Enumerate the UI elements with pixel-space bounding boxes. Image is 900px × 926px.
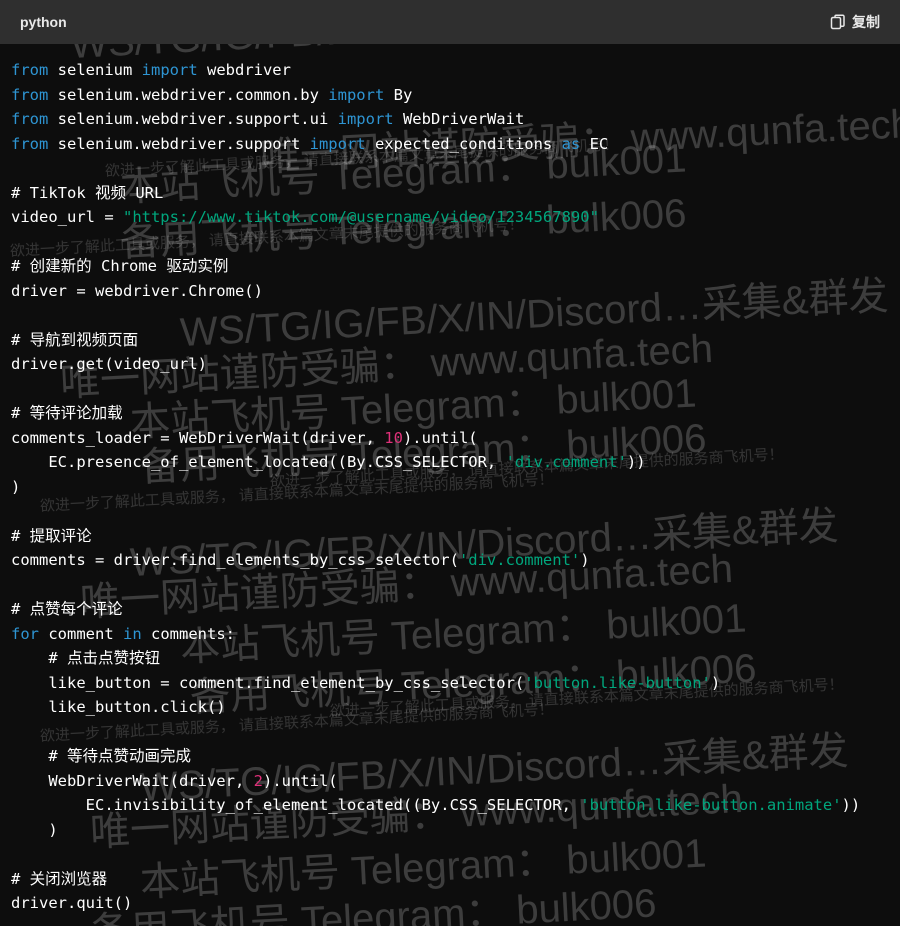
string-token: 'button.like-button.animate' (580, 796, 842, 814)
code-header: python 复制 (0, 0, 900, 44)
comment-token: # 提取评论 (11, 526, 92, 545)
code-line: from selenium.webdriver.support import e… (11, 132, 860, 157)
code-token: selenium.webdriver.support (48, 134, 310, 153)
comment-token: # 关闭浏览器 (11, 869, 108, 888)
code-line: WebDriverWait(driver, 2).until( (11, 769, 860, 794)
code-token: comments = driver.find_elements_by_css_s… (11, 551, 459, 569)
string-token: 'div.comment' (458, 551, 581, 569)
code-token: WebDriverWait (393, 110, 525, 128)
code-comment-line: # 等待评论加载 (11, 401, 860, 426)
code-token: driver.quit() (11, 894, 133, 912)
code-token: comments: (141, 624, 235, 643)
keyword-token: for (11, 624, 39, 643)
code-token: like_button.click() (11, 698, 226, 716)
code-line: like_button = comment.find_element_by_cs… (11, 671, 860, 696)
code-comment-line: # TikTok 视频 URL (11, 181, 860, 206)
code-comment-line: # 点赞每个评论 (11, 597, 860, 622)
comment-token: # 等待点赞动画完成 (11, 747, 191, 765)
comment-token: # 创建新的 Chrome 驱动实例 (11, 257, 229, 275)
comment-token: # 点击点赞按钮 (11, 649, 160, 667)
code-line: for comment in comments: (11, 622, 860, 647)
code-line: video_url = "https://www.tiktok.com/@use… (11, 205, 860, 230)
comment-token: # 导航到视频页面 (11, 330, 139, 349)
keyword-token: import (309, 134, 366, 153)
code-line: ) (11, 818, 860, 843)
code-token: ) (580, 551, 590, 569)
code-line: like_button.click() (11, 695, 860, 720)
code-token: )) (626, 453, 646, 471)
code-line: from selenium.webdriver.support.ui impor… (11, 107, 860, 132)
code-token: EC (580, 134, 609, 153)
code-token: expected_conditions (365, 134, 562, 153)
keyword-token: from (11, 134, 49, 153)
code-comment-line: # 关闭浏览器 (11, 867, 860, 892)
code-token: selenium.webdriver.common.by (48, 85, 329, 104)
code-token: ).until( (262, 771, 338, 790)
code-comment-line: # 等待点赞动画完成 (11, 744, 860, 769)
code-token: driver.get(video_url) (11, 355, 207, 373)
code-comment-line: # 导航到视频页面 (11, 328, 860, 353)
keyword-token: import (141, 61, 198, 79)
code-line: from selenium.webdriver.common.by import… (11, 83, 860, 108)
keyword-token: in (123, 624, 142, 643)
code-block: python 复制 WS/TG/IG/FB/X/IN/Discord…采集&群发… (0, 0, 900, 926)
code-token: ).until( (402, 428, 478, 447)
code-line: EC.presence_of_element_located((By.CSS_S… (11, 450, 860, 475)
code-token: comments_loader = WebDriverWait(driver, (11, 428, 385, 447)
keyword-token: from (11, 61, 49, 79)
code-token: By (384, 85, 413, 104)
code-line: driver.get(video_url) (11, 352, 860, 377)
code-line: driver.quit() (11, 891, 860, 916)
code-token: EC.invisibility_of_element_located((By.C… (11, 796, 581, 814)
code-token: video_url = (11, 208, 123, 226)
copy-label: 复制 (852, 15, 880, 31)
comment-token: # TikTok 视频 URL (11, 183, 164, 202)
code-token: like_button = comment.find_element_by_cs… (11, 673, 525, 692)
number-token: 10 (384, 428, 403, 447)
code-comment-line: # 提取评论 (11, 524, 860, 549)
code-token: ) (11, 477, 21, 496)
code-token: selenium (48, 61, 142, 79)
string-token: "https://www.tiktok.com/@username/video/… (122, 208, 599, 226)
code-content[interactable]: from selenium import webdriver from selen… (11, 58, 860, 916)
code-token: EC.presence_of_element_located((By.CSS_S… (11, 453, 506, 471)
string-token: 'div.comment' (505, 453, 627, 471)
keyword-token: from (11, 85, 49, 104)
code-token: webdriver (197, 61, 291, 79)
code-line: comments_loader = WebDriverWait(driver, … (11, 426, 860, 451)
code-token: ) (11, 820, 58, 839)
code-line: from selenium import webdriver (11, 58, 860, 83)
string-token: 'button.like-button' (524, 673, 711, 692)
comment-token: # 点赞每个评论 (11, 600, 123, 618)
comment-token: # 等待评论加载 (11, 404, 123, 422)
keyword-token: as (561, 134, 581, 153)
copy-button[interactable]: 复制 (830, 12, 880, 32)
code-line: comments = driver.find_elements_by_css_s… (11, 548, 860, 573)
keyword-token: from (11, 110, 49, 128)
keyword-token: import (328, 85, 385, 104)
code-token: selenium.webdriver.support.ui (48, 110, 338, 128)
code-token: driver = webdriver.Chrome() (11, 281, 263, 300)
code-token: ) (710, 673, 721, 692)
code-token: comment (39, 624, 123, 643)
code-comment-line: # 创建新的 Chrome 驱动实例 (11, 254, 860, 279)
code-comment-line: # 点击点赞按钮 (11, 646, 860, 671)
code-token: WebDriverWait(driver, (11, 771, 254, 790)
language-label: python (20, 14, 67, 30)
keyword-token: import (337, 110, 394, 128)
copy-icon (830, 14, 846, 30)
code-line: driver = webdriver.Chrome() (11, 279, 860, 304)
code-line: EC.invisibility_of_element_located((By.C… (11, 793, 861, 818)
code-line: ) (11, 475, 860, 500)
code-token: )) (841, 796, 861, 814)
number-token: 2 (253, 771, 263, 790)
